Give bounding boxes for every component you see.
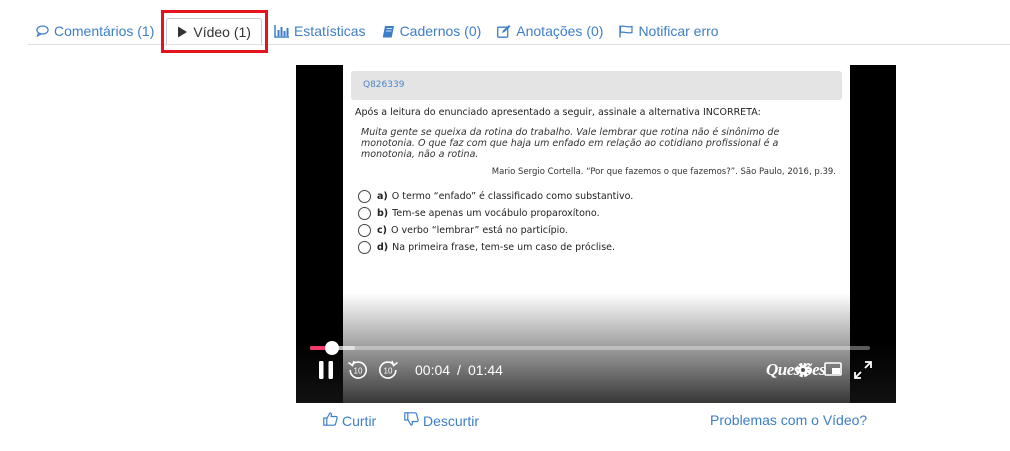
option-letter: d) (377, 242, 389, 253)
current-time: 00:04 (415, 362, 451, 378)
forward-seconds-label: 10 (384, 367, 393, 376)
bar-chart-icon (274, 24, 289, 38)
video-player[interactable]: Q826339 Após a leitura do enunciado apre… (296, 65, 896, 403)
duration: 01:44 (467, 362, 503, 378)
book-icon (382, 25, 395, 38)
tab-anotacoes[interactable]: Anotações (0) (489, 17, 611, 45)
pause-button[interactable] (318, 359, 334, 381)
report-video-problem-label: Problemas com o Vídeo? (710, 412, 868, 428)
settings-button[interactable] (793, 359, 813, 381)
tab-cadernos[interactable]: Cadernos (0) (374, 17, 490, 45)
question-header: Q826339 (351, 71, 842, 100)
answer-options: a) O termo “enfado” é classificado como … (358, 188, 633, 256)
progress-bar[interactable] (310, 341, 870, 355)
like-button[interactable]: Curtir (323, 412, 376, 429)
option-letter: b) (377, 208, 389, 219)
question-prompt: Após a leitura do enunciado apresentado … (355, 107, 761, 118)
gear-icon (793, 360, 813, 380)
radio-icon (358, 224, 371, 237)
radio-icon (358, 207, 371, 220)
rewind-button[interactable]: 10 (347, 359, 369, 381)
progress-knob[interactable] (324, 341, 339, 355)
comment-icon (36, 25, 49, 37)
report-video-problem-link[interactable]: Problemas com o Vídeo? (710, 412, 867, 428)
active-tab-highlight (161, 10, 268, 53)
option-text: Na primeira frase, tem-se um caso de pró… (392, 242, 616, 253)
thumbs-down-icon (404, 412, 419, 429)
option-text: O termo “enfado” é classificado como sub… (391, 191, 634, 202)
rewind-10-icon: 10 (347, 359, 369, 381)
option-letter: c) (377, 225, 387, 236)
answer-option-d: d) Na primeira frase, tem-se um caso de … (358, 239, 633, 256)
tab-bar: Comentários (1) Vídeo (1) Estatísticas C… (28, 17, 727, 46)
answer-option-a: a) O termo “enfado” é classificado como … (358, 188, 633, 205)
time-display: 00:04 / 01:44 (415, 362, 503, 378)
pip-button[interactable] (824, 359, 842, 381)
pause-icon (318, 360, 334, 380)
dislike-label: Descurtir (423, 412, 480, 429)
answer-option-c: c) O verbo “lembrar” está no particípio. (358, 222, 633, 239)
tab-label: Notificar erro (638, 23, 719, 39)
question-quote: Muita gente se queixa da rotina do traba… (361, 127, 780, 160)
dislike-button[interactable]: Descurtir (404, 412, 479, 429)
fullscreen-button[interactable] (853, 359, 873, 381)
tab-label: Anotações (0) (516, 23, 604, 39)
rewind-seconds-label: 10 (354, 367, 363, 376)
tab-label: Cadernos (0) (399, 23, 482, 39)
like-label: Curtir (342, 412, 377, 429)
tab-estatisticas[interactable]: Estatísticas (266, 17, 374, 45)
tab-label: Estatísticas (293, 23, 366, 39)
tab-comentarios[interactable]: Comentários (1) (28, 17, 162, 45)
forward-10-icon: 10 (377, 359, 399, 381)
flag-icon (619, 24, 634, 38)
answer-option-b: b) Tem-se apenas um vocábulo proparoxíto… (358, 205, 633, 222)
forward-button[interactable]: 10 (377, 359, 399, 381)
radio-icon (358, 190, 371, 203)
question-id: Q826339 (363, 80, 405, 90)
radio-icon (358, 241, 371, 254)
time-separator: / (457, 362, 461, 378)
option-letter: a) (377, 191, 388, 202)
picture-in-picture-icon (824, 362, 842, 378)
tab-notificar-erro[interactable]: Notificar erro (611, 17, 726, 45)
expand-icon (853, 360, 873, 380)
option-text: O verbo “lembrar” está no particípio. (390, 225, 568, 236)
question-source: Mario Sergio Cortella. “Por que fazemos … (491, 167, 836, 177)
edit-icon (497, 24, 511, 38)
tab-label: Comentários (1) (54, 23, 155, 39)
option-text: Tem-se apenas um vocábulo proparoxítono. (392, 208, 600, 219)
thumbs-up-icon (323, 412, 338, 429)
